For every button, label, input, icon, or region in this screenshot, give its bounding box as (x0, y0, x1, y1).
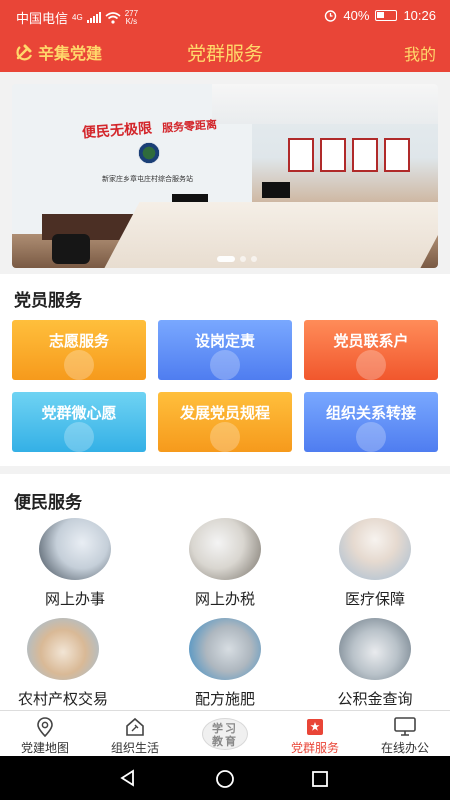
network-speed: 277 K/s (124, 8, 139, 26)
poster (384, 138, 410, 172)
tab-party-map[interactable]: 党建地图 (0, 711, 90, 756)
heart-icon (64, 422, 94, 452)
tab-bar: 党建地图 组织生活 学习教育 党群服务 在线办公 (0, 710, 450, 756)
doctors-photo-icon (339, 518, 411, 580)
tile-label: 设岗定责 (194, 333, 255, 350)
service-label: 公积金查询 (337, 691, 413, 708)
map-pin-icon (37, 717, 53, 738)
alarm-icon (325, 10, 337, 22)
tab-label: 组织生活 (110, 741, 159, 755)
party-house-icon (126, 717, 144, 736)
battery-icon (375, 10, 398, 21)
carrier-label: 中国电信 (16, 11, 69, 26)
tab-label: 党建地图 (20, 741, 69, 755)
service-label: 网上办事 (44, 591, 105, 608)
tab-online-office[interactable]: 在线办公 (360, 711, 450, 756)
tile-micro-wish[interactable]: 党群微心愿 (12, 392, 146, 452)
mine-link[interactable]: 我的 (404, 41, 436, 65)
tab-party-service[interactable]: 党群服务 (270, 711, 360, 756)
banner-emblem (138, 142, 160, 164)
person-icon (356, 350, 386, 380)
banner-sign: 新家庄乡章屯庄村综合服务站 (102, 176, 193, 183)
tile-development-rules[interactable]: 发展党员规程 (158, 392, 292, 452)
service-online-affairs[interactable]: 网上办事 (0, 518, 150, 609)
banner-chair (52, 234, 90, 264)
battery-percent: 40% (343, 8, 370, 23)
banner-monitor (262, 182, 290, 198)
section-title: 党员服务 (14, 291, 82, 310)
brand-logo[interactable]: 辛集党建 (14, 40, 102, 64)
monitor-icon (394, 717, 416, 736)
service-housing-fund[interactable]: 公积金查询 (300, 618, 450, 709)
person-icon (356, 422, 386, 452)
service-label: 配方施肥 (194, 691, 255, 708)
back-icon[interactable] (118, 768, 138, 788)
service-label: 医疗保障 (344, 591, 405, 608)
section-title: 便民服务 (14, 493, 82, 512)
person-icon (64, 350, 94, 380)
tile-label: 发展党员规程 (179, 405, 270, 422)
tile-label: 党员联系户 (333, 333, 409, 350)
service-label: 网上办税 (194, 591, 255, 608)
system-nav-bar (0, 756, 450, 800)
network-type: 4G (72, 13, 83, 22)
banner-ceiling (212, 84, 438, 124)
tile-relation-transfer[interactable]: 组织关系转接 (304, 392, 438, 452)
tile-label: 志愿服务 (48, 333, 109, 350)
tile-volunteer[interactable]: 志愿服务 (12, 320, 146, 380)
carousel-indicators (217, 256, 257, 262)
tab-study[interactable]: 学习教育 (180, 711, 270, 756)
laptop-photo-icon (39, 518, 111, 580)
poster (288, 138, 314, 172)
public-services-section: 便民服务 网上办事 网上办税 医疗保障 农村产权交易 配方施肥 公积金查询 (0, 474, 450, 710)
banner-carousel[interactable]: 便民无极限 服务零距离 新家庄乡章屯庄村综合服务站 (12, 84, 438, 268)
poster (352, 138, 378, 172)
service-fertilizer[interactable]: 配方施肥 (150, 618, 300, 709)
recents-icon[interactable] (310, 769, 330, 789)
house-blocks-photo-icon (27, 618, 99, 680)
hammer-sickle-icon (16, 44, 33, 61)
banner-posters (288, 138, 410, 172)
tile-label: 组织关系转接 (325, 405, 416, 422)
carousel-dot[interactable] (240, 256, 246, 262)
party-services-section: 党员服务 志愿服务 设岗定责 党员联系户 党群微心愿 发展党员规程 组织关系转接 (0, 274, 450, 466)
poster (320, 138, 346, 172)
status-bar: 中国电信 4G 277 K/s 40% 10:26 (0, 0, 450, 32)
tile-label: 党群微心愿 (41, 405, 117, 422)
party-flag-icon (307, 719, 323, 735)
carousel-dot[interactable] (251, 256, 257, 262)
coins-photo-icon (339, 618, 411, 680)
shield-star-icon (210, 350, 240, 380)
tab-label: 党群服务 (290, 741, 339, 755)
service-property-trade[interactable]: 农村产权交易 (0, 618, 138, 709)
carousel-dot[interactable] (217, 256, 235, 262)
tab-label: 在线办公 (380, 741, 429, 755)
tile-post-duty[interactable]: 设岗定责 (158, 320, 292, 380)
banner-counter (104, 202, 438, 268)
fertilizer-photo-icon (189, 618, 261, 680)
service-online-tax[interactable]: 网上办税 (150, 518, 300, 609)
home-icon[interactable] (214, 768, 236, 790)
service-label: 农村产权交易 (17, 691, 108, 708)
brand-name: 辛集党建 (38, 46, 103, 63)
wifi-icon (105, 11, 121, 24)
calculator-photo-icon (189, 518, 261, 580)
tab-org-life[interactable]: 组织生活 (90, 711, 180, 756)
clock: 10:26 (403, 8, 436, 23)
document-icon (210, 422, 240, 452)
study-badge: 学习教育 (202, 718, 248, 750)
service-medical[interactable]: 医疗保障 (300, 518, 450, 609)
app-bar: 辛集党建 党群服务 我的 (0, 32, 450, 72)
tile-member-contact[interactable]: 党员联系户 (304, 320, 438, 380)
signal-icon (86, 12, 101, 23)
